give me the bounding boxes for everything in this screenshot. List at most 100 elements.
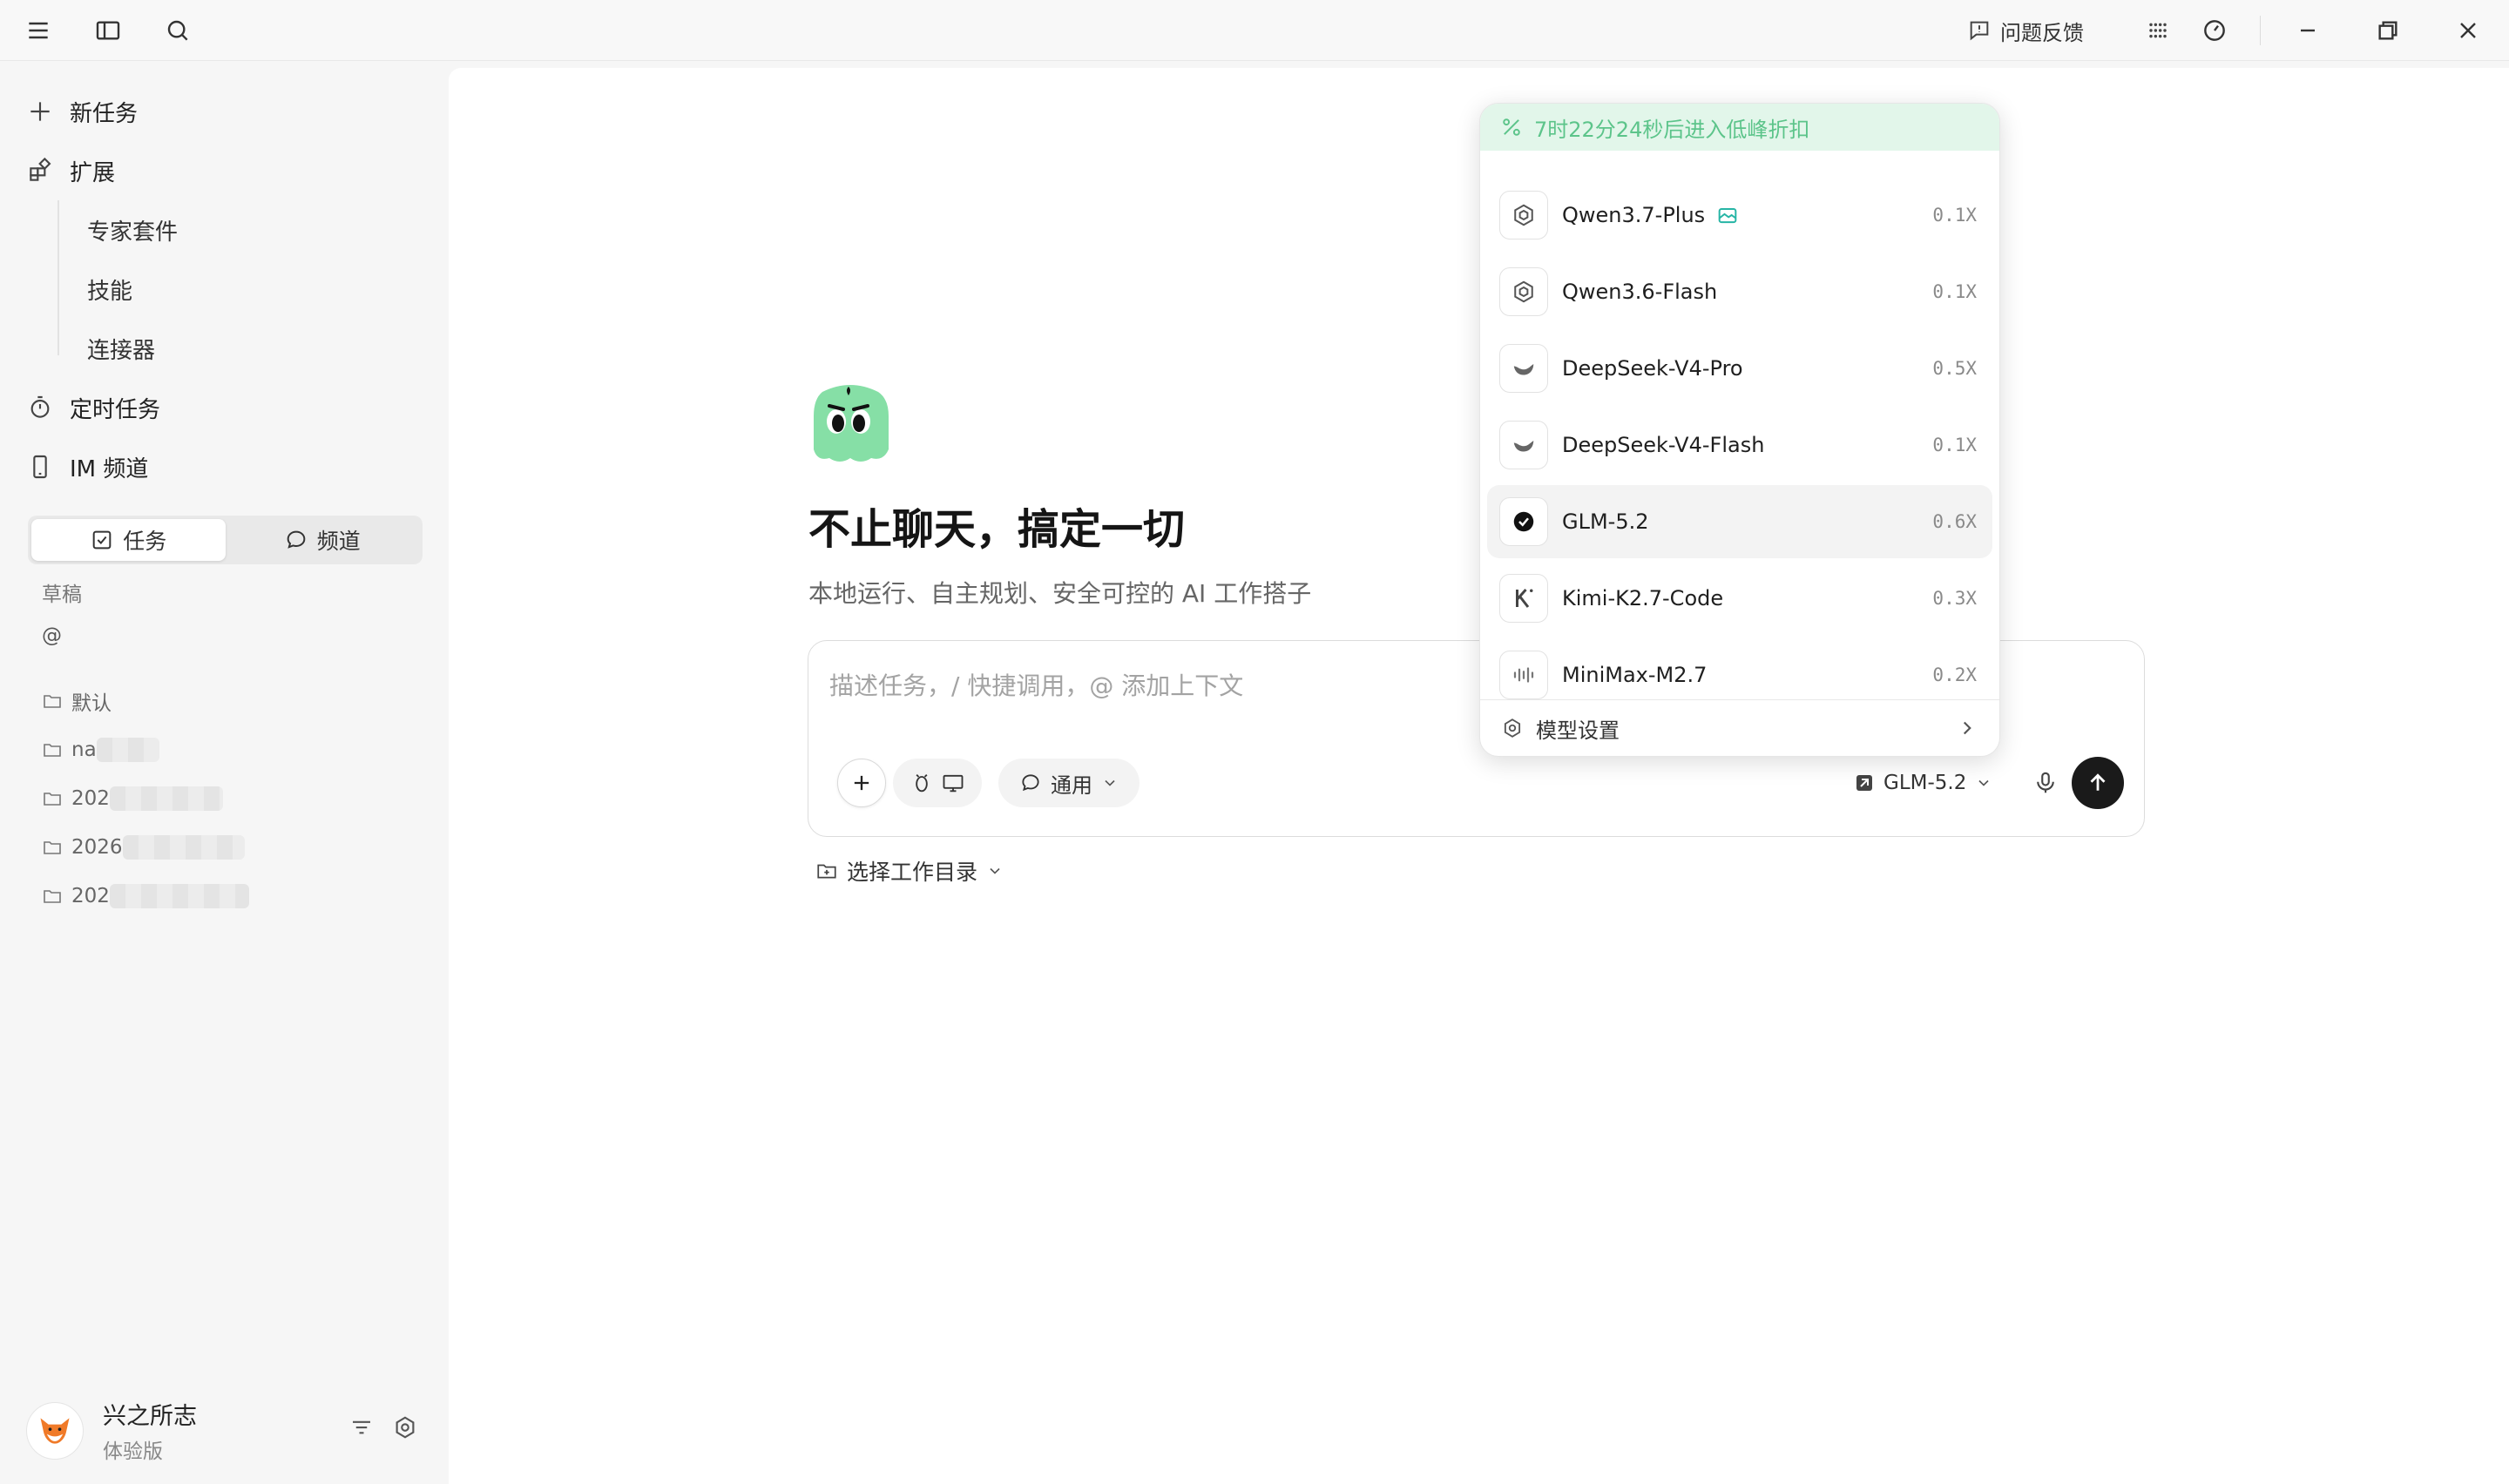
avatar — [26, 1401, 84, 1460]
model-option-qwen3-6-flash[interactable]: Qwen3.6-Flash 0.1X — [1487, 255, 1992, 328]
folder-label: 202 — [71, 885, 110, 907]
send-button[interactable] — [2072, 757, 2124, 809]
tab-label: 任务 — [123, 529, 167, 554]
mode-label: 通用 — [1051, 772, 1092, 798]
folder-label: 2026 — [71, 836, 123, 859]
folder-item[interactable]: 默认 — [42, 684, 112, 718]
model-name-text: Qwen3.7-Plus — [1562, 203, 1706, 227]
model-settings-button[interactable]: 模型设置 — [1480, 700, 1999, 756]
feedback-button[interactable]: 问题反馈 — [1967, 10, 2084, 51]
model-option-glm-5-2[interactable]: GLM-5.2 0.6X — [1487, 485, 1992, 558]
menu-icon[interactable] — [18, 10, 58, 51]
sidebar-item-new-task[interactable]: 新任务 — [26, 87, 138, 136]
discount-banner: 7时22分24秒后进入低峰折扣 — [1480, 104, 1999, 151]
sidebar-item-extensions[interactable]: 扩展 — [26, 146, 115, 195]
chevron-down-icon — [1105, 779, 1115, 786]
redacted-text — [122, 835, 245, 860]
redacted-text — [96, 738, 159, 762]
add-attachment-button[interactable] — [837, 759, 886, 807]
user-actions — [348, 1414, 418, 1440]
model-option-deepseek-v4-flash[interactable]: DeepSeek-V4-Flash 0.1X — [1487, 408, 1992, 482]
folder-label: 默认 — [71, 692, 112, 715]
model-name: Qwen3.7-Plus — [1562, 203, 1740, 227]
user-profile[interactable]: 兴之所志 体验版 — [26, 1397, 197, 1464]
model-option-deepseek-v4-pro[interactable]: DeepSeek-V4-Pro 0.5X — [1487, 332, 1992, 405]
task-channel-switch: 任务 频道 — [28, 516, 423, 564]
microphone-button[interactable] — [2021, 759, 2070, 807]
discount-countdown: 7时22分24秒后进入低峰折扣 — [1534, 117, 1810, 142]
close-icon[interactable] — [2448, 10, 2488, 51]
tab-label: 频道 — [316, 529, 361, 554]
sidebar: 新任务 扩展 专家套件 技能 连接器 定时任务 IM 频道 任务 频道 草稿 @… — [0, 62, 449, 1484]
plus-icon — [854, 775, 869, 791]
chevron-right-icon — [1963, 721, 1971, 735]
folder-label: na — [71, 739, 97, 761]
restore-icon[interactable] — [2368, 10, 2408, 51]
tab-tasks[interactable]: 任务 — [31, 519, 226, 561]
sidebar-item-scheduled[interactable]: 定时任务 — [26, 383, 160, 432]
feedback-icon — [1970, 21, 1989, 41]
mascot-logo-icon — [814, 385, 889, 462]
qwen-icon — [1499, 267, 1548, 316]
fox-avatar-icon — [40, 1417, 70, 1444]
model-multiplier: 0.1X — [1932, 435, 1977, 455]
sidebar-item-connectors[interactable]: 连接器 — [87, 324, 155, 373]
vision-badge-icon — [1718, 208, 1737, 224]
model-multiplier: 0.2X — [1932, 664, 1977, 685]
select-workdir-button[interactable]: 选择工作目录 — [815, 855, 1004, 887]
task-input[interactable]: 描述任务，/ 快捷调用，@ 添加上下文 — [829, 667, 1243, 702]
sidebar-item-label: 新任务 — [70, 100, 139, 127]
folder-icon — [44, 890, 61, 903]
model-name: MiniMax-M2.7 — [1562, 663, 1708, 687]
microphone-icon — [2037, 772, 2054, 793]
model-name: Qwen3.6-Flash — [1562, 280, 1718, 304]
folder-item[interactable]: 2026 — [42, 830, 245, 865]
model-multiplier: 0.3X — [1932, 588, 1977, 609]
model-selector[interactable]: GLM-5.2 — [1854, 759, 1992, 807]
sidebar-item-skills[interactable]: 技能 — [87, 265, 132, 314]
folder-item[interactable]: na — [42, 732, 159, 767]
model-option-qwen3-7-plus[interactable]: Qwen3.7-Plus 0.1X — [1487, 179, 1992, 252]
screen-icon — [943, 774, 964, 793]
user-name: 兴之所志 — [103, 1403, 197, 1430]
settings-icon[interactable] — [392, 1414, 418, 1440]
sidebar-item-label: 扩展 — [70, 159, 116, 186]
filter-icon[interactable] — [348, 1414, 375, 1440]
page-title: 不止聊天，搞定一切 — [808, 505, 1186, 554]
gauge-icon[interactable] — [2195, 10, 2235, 51]
minimize-icon[interactable] — [2288, 10, 2328, 51]
apps-grid-icon[interactable] — [2138, 10, 2178, 51]
title-bar: 问题反馈 — [0, 0, 2509, 61]
drafts-label: 草稿 — [42, 583, 82, 606]
folder-icon — [44, 793, 61, 806]
deepseek-icon — [1499, 421, 1548, 469]
search-icon[interactable] — [158, 10, 198, 51]
sidebar-item-im-channel[interactable]: IM 频道 — [26, 442, 148, 491]
qwen-icon — [1499, 191, 1548, 239]
folder-icon — [44, 841, 61, 854]
sidebar-item-label: IM 频道 — [70, 455, 149, 482]
folder-label: 202 — [71, 787, 110, 810]
user-plan: 体验版 — [103, 1440, 163, 1463]
folder-item[interactable]: 202 — [42, 879, 249, 914]
sidebar-item-expert-kits[interactable]: 专家套件 — [87, 206, 178, 254]
mentions-label[interactable]: @ — [42, 624, 62, 647]
model-name: DeepSeek-V4-Flash — [1562, 433, 1765, 457]
page-subtitle: 本地运行、自主规划、安全可控的 AI 工作搭子 — [808, 579, 1312, 608]
sidebar-toggle-icon[interactable] — [88, 10, 128, 51]
model-label: GLM-5.2 — [1883, 772, 1967, 794]
extensions-icon — [30, 157, 51, 181]
glm-icon — [1856, 775, 1872, 791]
settings-icon — [1504, 718, 1521, 738]
model-dropdown: 7时22分24秒后进入低峰折扣 Qwen3.7-Plus 0.1X Qwen3.… — [1479, 103, 2000, 757]
phone-icon — [33, 455, 47, 479]
chevron-down-icon — [990, 867, 1000, 874]
folder-icon — [44, 695, 61, 708]
tools-toggle[interactable] — [893, 759, 982, 807]
model-multiplier: 0.6X — [1932, 511, 1977, 532]
folder-item[interactable]: 202 — [42, 781, 223, 816]
workdir-label: 选择工作目录 — [847, 860, 978, 885]
model-option-kimi-k2-7-code[interactable]: Kimi-K2.7-Code 0.3X — [1487, 562, 1992, 635]
mode-selector[interactable]: 通用 — [998, 759, 1140, 807]
tab-channels[interactable]: 频道 — [226, 519, 420, 561]
